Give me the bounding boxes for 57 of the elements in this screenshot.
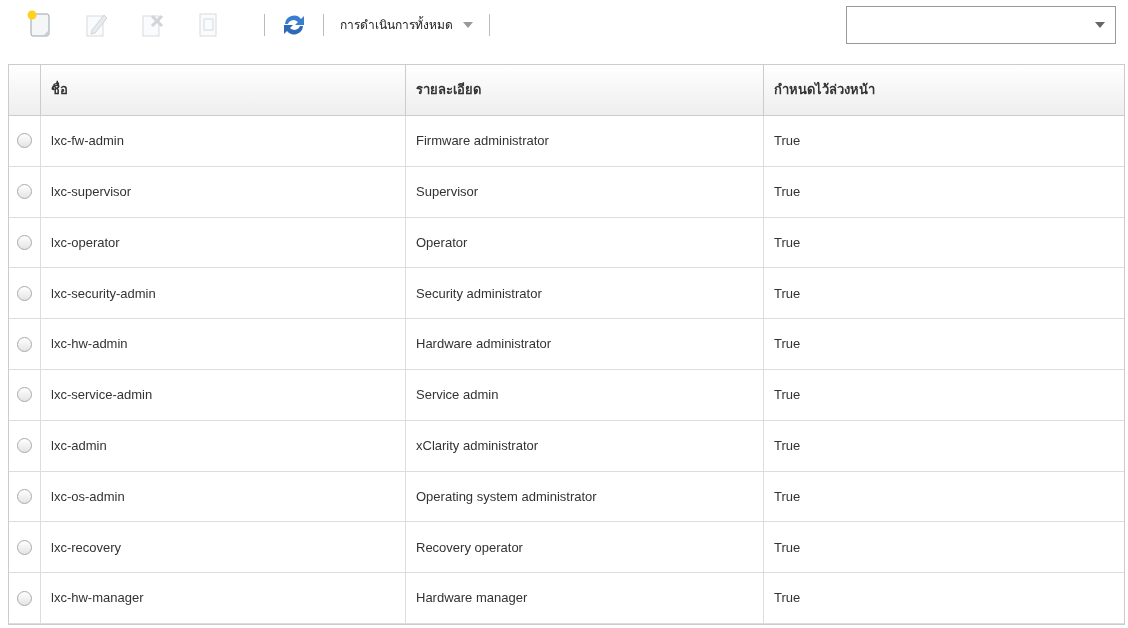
table-row[interactable]: lxc-admin xClarity administrator True (9, 420, 1124, 472)
table-row[interactable]: lxc-service-admin Service admin True (9, 370, 1124, 421)
table-row[interactable]: lxc-hw-manager Hardware manager True (9, 573, 1124, 624)
table-cell-text: lxc-security-admin (51, 284, 156, 303)
table-cell-text: Service admin (416, 386, 499, 405)
radio-button[interactable] (17, 336, 32, 352)
table-cell-text: True (774, 182, 801, 201)
table-cell-text: True (774, 487, 801, 506)
caret-icon (463, 22, 473, 28)
table-cell-text: True (774, 233, 801, 252)
table-cell-text: Supervisor (416, 182, 479, 201)
table-cell-text: Hardware administrator (416, 335, 552, 354)
radio-button[interactable] (17, 387, 32, 403)
table-cell-text: Recovery operator (416, 538, 523, 557)
table-cell-text: True (774, 589, 801, 608)
table-cell-text: Hardware manager (416, 589, 528, 608)
table-cell-text: True (774, 538, 801, 557)
table-row[interactable]: lxc-recovery Recovery operator True (9, 522, 1124, 574)
table-row[interactable]: lxc-operator Operator True (9, 217, 1124, 269)
table-cell-text: True (774, 386, 801, 405)
table-cell-text: lxc-operator (51, 233, 120, 252)
radio-button[interactable] (17, 133, 32, 149)
table-cell-text: Operating system administrator (416, 487, 597, 506)
radio-button[interactable] (17, 590, 32, 606)
table-cell-text: True (774, 436, 801, 455)
table-cell-text: lxc-recovery (51, 538, 122, 557)
table-cell-text: lxc-hw-admin (51, 335, 128, 354)
table-cell-text: lxc-hw-manager (51, 589, 144, 608)
table-row[interactable]: lxc-supervisor Supervisor True (9, 166, 1124, 218)
actions-menu[interactable]: การดำเนินการทั้งหมด (338, 11, 475, 39)
radio-button[interactable] (17, 184, 32, 200)
table-cell-text: lxc-admin (51, 436, 107, 455)
radio-button[interactable] (17, 539, 32, 555)
table-row[interactable]: lxc-security-admin Security administrator True (9, 268, 1124, 320)
table-cell-text: True (774, 284, 801, 303)
table-cell-text: Firmware administrator (416, 132, 549, 151)
table-row[interactable]: lxc-hw-admin Hardware administrator True (9, 319, 1124, 370)
column-header[interactable]: ชื่อ (51, 80, 68, 100)
table-cell-text: lxc-os-admin (51, 487, 125, 506)
table-row[interactable]: lxc-os-admin Operating system administrator True (9, 471, 1124, 523)
radio-button[interactable] (17, 488, 32, 504)
table-cell-text: True (774, 132, 801, 151)
radio-button[interactable] (17, 235, 32, 250)
table-cell-text: lxc-supervisor (51, 182, 132, 201)
column-header[interactable]: รายละเอียด (416, 80, 481, 100)
radio-button[interactable] (17, 285, 32, 301)
table-cell-text: Operator (416, 233, 468, 252)
table-cell-text: xClarity administrator (416, 436, 539, 455)
caret-icon (1095, 22, 1105, 28)
table-cell-text: lxc-service-admin (51, 386, 153, 405)
table-cell-text: lxc-fw-admin (51, 132, 124, 151)
filter-dropdown[interactable] (846, 6, 1116, 44)
radio-button[interactable] (17, 438, 32, 454)
table-cell-text: True (774, 335, 801, 354)
table-cell-text: Security administrator (416, 284, 542, 303)
table-row[interactable]: lxc-fw-admin Firmware administrator True (9, 116, 1124, 167)
column-header[interactable]: กำหนดไว้ล่วงหน้า (774, 80, 875, 100)
